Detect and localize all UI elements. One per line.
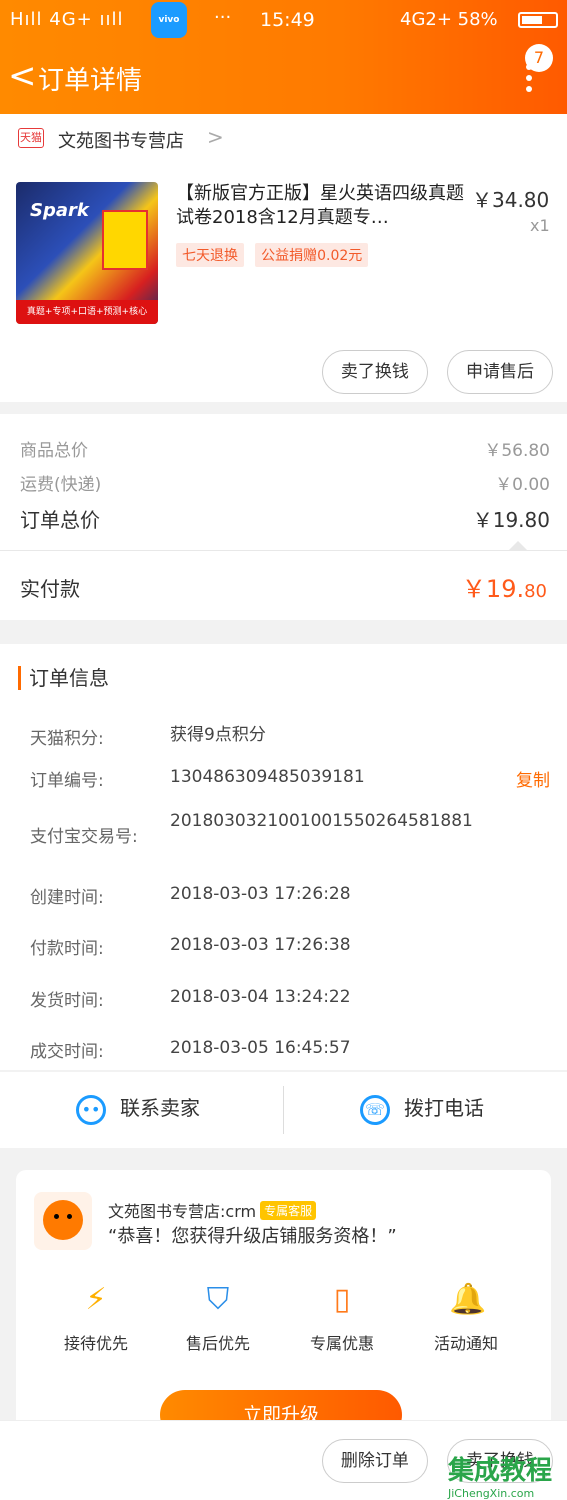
- nav-bar: < 订单详情: [0, 52, 567, 102]
- delete-order-button[interactable]: 删除订单: [321, 1439, 428, 1483]
- notification-dots: ···: [214, 7, 232, 28]
- order-total-value: ￥19.80: [472, 508, 550, 532]
- info-value: 2018-03-04 13:24:22: [170, 987, 351, 1007]
- watermark-main: 集成教程: [448, 1456, 553, 1486]
- product-title[interactable]: 【新版官方正版】星火英语四级真题试卷2018含12月真题专…: [176, 182, 466, 230]
- cover-decoration: [102, 210, 148, 270]
- ticket-icon: ▯: [333, 1282, 351, 1317]
- product-tags: 七天退换 公益捐赠0.02元: [176, 243, 374, 267]
- chat-icon: ••: [76, 1094, 106, 1125]
- product-price: ￥34.80: [472, 188, 550, 212]
- info-value: 2018030321001001550264581881: [170, 811, 473, 831]
- lightning-icon: ⚡: [85, 1282, 107, 1317]
- product-card: Spark 真题+专项+口语+预测+核心 【新版官方正版】星火英语四级真题试卷2…: [0, 162, 567, 402]
- feature-priority-reception: ⚡ 接待优先: [63, 1282, 128, 1353]
- contact-seller-button[interactable]: •• 联系卖家: [76, 1092, 200, 1125]
- pointer-notch: [508, 541, 528, 551]
- status-time: 15:49: [260, 9, 315, 31]
- divider: [283, 1086, 284, 1134]
- shield-icon: ⛉: [206, 1282, 230, 1317]
- product-quantity: x1: [530, 216, 550, 235]
- phone-icon: ☏: [360, 1094, 390, 1125]
- info-key: 付款时间:: [30, 939, 104, 959]
- signal-indicator: Hıll 4G+ ııll: [10, 9, 124, 30]
- resell-button[interactable]: 卖了换钱: [321, 350, 428, 394]
- product-actions: 卖了换钱 申请售后: [308, 350, 553, 394]
- info-value: 2018-03-03 17:26:38: [170, 935, 351, 955]
- tmall-icon: 天猫: [18, 128, 44, 148]
- info-key: 发货时间:: [30, 991, 104, 1011]
- watermark-sub: JiChengXin.com: [448, 1487, 535, 1500]
- info-key: 支付宝交易号:: [30, 827, 138, 847]
- info-key: 天猫积分:: [30, 729, 104, 749]
- contact-seller-label: 联系卖家: [120, 1096, 200, 1120]
- call-phone-button[interactable]: ☏ 拨打电话: [360, 1092, 484, 1125]
- info-key: 订单编号:: [30, 771, 104, 791]
- shipping-label: 运费(快递): [20, 475, 102, 495]
- info-key: 成交时间:: [30, 1042, 104, 1062]
- feature-exclusive-discount: ▯ 专属优惠: [309, 1282, 374, 1353]
- after-sale-button[interactable]: 申请售后: [447, 350, 553, 394]
- store-row[interactable]: 天猫 文苑图书专营店 >: [0, 114, 567, 162]
- promo-store-name: 文苑图书专营店:crm 专属客服: [108, 1198, 317, 1222]
- feature-after-sale: ⛉ 售后优先: [185, 1282, 250, 1353]
- shipping-row: 运费(快递) ￥0.00: [20, 470, 550, 495]
- chevron-right-icon: >: [207, 125, 224, 149]
- info-value: 获得9点积分: [170, 725, 266, 745]
- product-image[interactable]: Spark 真题+专项+口语+预测+核心: [16, 182, 158, 324]
- battery-icon: [518, 12, 558, 28]
- paid-row: 实付款 ￥19.80: [0, 541, 567, 620]
- copy-button[interactable]: 复制: [516, 766, 550, 791]
- feature-activity-notice: 🔔 活动通知: [433, 1282, 498, 1353]
- paid-label: 实付款: [20, 577, 80, 601]
- order-info: 订单信息 天猫积分: 获得9点积分 订单编号: 1304863094850391…: [0, 644, 567, 1070]
- cost-summary: 商品总价 ￥56.80 运费(快递) ￥0.00 订单总价 ￥19.80: [0, 414, 567, 550]
- cover-brand-text: Spark: [30, 200, 89, 221]
- bell-icon: 🔔: [449, 1282, 487, 1317]
- call-phone-label: 拨打电话: [404, 1096, 484, 1120]
- order-total-label: 订单总价: [20, 508, 100, 532]
- tag-return: 七天退换: [176, 243, 244, 267]
- goods-total-label: 商品总价: [20, 441, 88, 461]
- info-value: 130486309485039181: [170, 767, 365, 787]
- message-count-badge: 7: [525, 44, 553, 72]
- paid-amount: ￥19.80: [461, 575, 547, 603]
- shipping-value: ￥0.00: [495, 475, 550, 495]
- back-icon[interactable]: <: [8, 56, 37, 96]
- goods-total-value: ￥56.80: [484, 441, 550, 461]
- exclusive-service-badge: 专属客服: [260, 1201, 317, 1220]
- order-info-header: 订单信息: [18, 666, 109, 690]
- info-value: 2018-03-05 16:45:57: [170, 1038, 351, 1058]
- network-battery-text: 4G2+ 58%: [400, 9, 498, 30]
- store-name: 文苑图书专营店: [58, 131, 184, 152]
- promo-message: “恭喜！您获得升级店铺服务资格！”: [108, 1226, 397, 1247]
- top-bar: Hıll 4G+ ııll vivo ··· 15:49 4G2+ 58% < …: [0, 0, 567, 114]
- order-total-row: 订单总价 ￥19.80: [20, 504, 550, 533]
- avatar: [34, 1192, 92, 1250]
- status-bar: Hıll 4G+ ııll vivo ··· 15:49 4G2+ 58%: [0, 0, 567, 40]
- cover-bottom-text: 真题+专项+口语+预测+核心: [16, 300, 158, 324]
- info-value: 2018-03-03 17:26:28: [170, 884, 351, 904]
- watermark: 集成教程 JiChengXin.com: [448, 1450, 560, 1500]
- page-title: 订单详情: [38, 66, 143, 96]
- goods-total-row: 商品总价 ￥56.80: [20, 436, 550, 461]
- vivo-app-icon: vivo: [151, 2, 187, 38]
- tag-charity: 公益捐赠0.02元: [255, 243, 369, 267]
- info-key: 创建时间:: [30, 888, 104, 908]
- contact-bar: •• 联系卖家 ☏ 拨打电话: [0, 1072, 567, 1148]
